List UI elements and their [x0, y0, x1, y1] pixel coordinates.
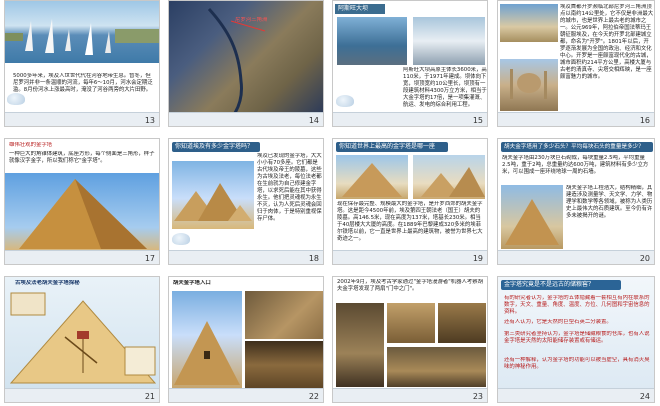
- slide-number: 13: [144, 116, 155, 125]
- pyramid-icon: [342, 163, 402, 197]
- slide-footer: [333, 250, 487, 264]
- slide-number: 20: [639, 254, 650, 263]
- sailboat-icon: [5, 19, 159, 55]
- slide-footer: [5, 388, 159, 402]
- robot-shaft-picture: [387, 303, 435, 343]
- slide-15-text: 阿斯旺大坝高原主体长3600米，高110米，于1971年建成。坝体向下宽，坝顶宽…: [403, 67, 487, 108]
- slide-number: 15: [472, 116, 483, 125]
- slide-footer: [5, 250, 159, 264]
- slide-13[interactable]: 5000多年来，埃及人世世代代在河谷地带生息。暂冬，但尼罗河并非一条温顺的河流，…: [4, 0, 160, 127]
- cairo-mosque-picture: [500, 59, 558, 111]
- slide-number: 24: [639, 392, 650, 401]
- slide-18-text: 埃及已发现的金字塔，大大小小有70多座。它们都是古代埃及帝王的陵墓，这些为古埃及…: [257, 153, 322, 222]
- pyramid-icon: [19, 179, 147, 249]
- giza-pyramids-picture: [172, 161, 254, 229]
- slide-sorter-grid: 5000多年来，埃及人世世代代在河谷地带生息。暂冬，但尼罗河并非一条温顺的河流，…: [0, 0, 660, 406]
- slide-number: 18: [308, 254, 319, 263]
- slide-20-text-2: 胡夫金字塔工程浩大，结构精细，其建造涉及测量学、天文学、力学、物理学和数学等各领…: [566, 185, 653, 219]
- slide-17[interactable]: 雄伟壮观的金字塔 一种巨大的角锥体建筑，底座方形，每个侧面是三角形，样子就像汉字…: [4, 138, 160, 265]
- slide-13-text: 5000多年来，埃及人世世代代在河谷地带生息。暂冬，但尼罗河并非一条温顺的河流，…: [13, 73, 153, 93]
- slide-17-title: 雄伟壮观的金字塔: [9, 142, 53, 148]
- slide-14[interactable]: 尼罗河三角洲 14: [168, 0, 324, 127]
- pyramid-icon: [174, 183, 252, 221]
- slide-number: 22: [308, 392, 319, 401]
- slide-footer: [169, 250, 323, 264]
- archaeologist-picture: [336, 303, 384, 387]
- pyramid-stones-picture: [501, 185, 563, 249]
- slide-number: 14: [308, 116, 319, 125]
- nile-delta-satellite-picture: 尼罗河三角洲: [169, 1, 323, 113]
- pyramid-diagram-icon: [9, 292, 157, 384]
- slide-21[interactable]: 古埃及法老胡夫金字塔探秘 21: [4, 276, 160, 403]
- slide-22-label: 胡夫金字塔入口: [173, 280, 211, 286]
- great-pyramid-picture: [5, 173, 159, 251]
- slide-18[interactable]: 你知道埃及有多少金字塔吗？ 埃及已发现的金字塔，大大小小有70多座。它们都是古代…: [168, 138, 324, 265]
- slide-20-text: 胡夫金字塔由230万块巨石砌成，每块重量2.5吨，平均重量2.5吨，重于2吨，总…: [502, 155, 649, 175]
- slide-19-text: 现在保存最完整、规模最大的金字塔，是开罗西郊的胡夫金字塔。这是距今4500年前，…: [337, 201, 483, 242]
- khufu-pyramid-picture: [336, 155, 408, 199]
- slide-number: 16: [639, 116, 650, 125]
- dam-spillway-picture: [413, 17, 485, 65]
- slide-21-title: 古埃及法老胡夫金字塔探秘: [15, 280, 80, 286]
- slide-footer: [169, 112, 323, 126]
- slide-footer: [169, 388, 323, 402]
- nile-sailboats-picture: [5, 1, 159, 63]
- slide-footer: [333, 112, 487, 126]
- entrance-closeup-picture: [245, 291, 323, 339]
- slide-22[interactable]: 胡夫金字塔入口 22: [168, 276, 324, 403]
- slide-number: 19: [472, 254, 483, 263]
- slide-24-question: 金字塔究竟是不是远古的储粮窖？: [501, 280, 621, 290]
- slide-16[interactable]: 埃及首都开罗濒临北部尼罗河三角洲顶点以南约14公里处，它不仅是非洲最大的城市，也…: [497, 0, 655, 127]
- decor-swirl-icon: [336, 95, 354, 107]
- pyramid-icon: [174, 321, 240, 385]
- inner-passage-picture: [245, 341, 323, 389]
- aswan-dam-picture: [337, 17, 407, 65]
- pyramid-icon: [505, 199, 559, 245]
- inner-chamber-picture: [387, 347, 486, 387]
- slide-24-text: 有的研究者认为，金字塔的五体隐藏着一套相互有内在联系的数字，天文、重量、角度、温…: [504, 295, 650, 315]
- cairo-city-picture: [500, 4, 558, 42]
- mosque-dome-icon: [510, 69, 547, 99]
- slide-footer: [5, 112, 159, 126]
- pyramid-cross-section-picture: 古埃及法老胡夫金字塔探秘: [5, 277, 159, 389]
- decor-swirl-icon: [7, 93, 25, 105]
- slide-18-question: 你知道埃及有多少金字塔吗？: [172, 142, 260, 152]
- slide-footer: [498, 250, 654, 264]
- slide-23[interactable]: 2002年9月，埃及考古学家通过"金字塔漫游者"机器人考察胡夫金字塔发现了两扇"…: [332, 276, 488, 403]
- slide-number: 21: [144, 392, 155, 401]
- slide-24-text-4: 还有一种解释，认为金字塔的功能可以被当虚空，具有消灭臭味的神秘作用。: [504, 357, 650, 370]
- pyramid-entrance-picture: [172, 291, 242, 389]
- slide-24-text-2: 还有人认为，它是天然的巨型石英二分装置。: [504, 319, 612, 325]
- delta-label: 尼罗河三角洲: [235, 17, 268, 23]
- slide-23-text: 2002年9月，埃及考古学家通过"金字塔漫游者"机器人考察胡夫金字塔发现了两扇"…: [337, 279, 484, 292]
- slide-20[interactable]: 胡夫金字塔用了多少石头？平均每块石头的重量是多少？ 胡夫金字塔由230万块巨石砌…: [497, 138, 655, 265]
- slide-24[interactable]: 金字塔究竟是不是远古的储粮窖？ 有的研究者认为，金字塔的五体隐藏着一套相互有内在…: [497, 276, 655, 403]
- slide-footer: [333, 388, 487, 402]
- slide-16-text: 埃及首都开罗濒临北部尼罗河三角洲顶点以南约14公里处，它不仅是非洲最大的城市，也…: [560, 4, 654, 80]
- pyramid-landscape-picture: [413, 155, 485, 199]
- slide-15-title: 阿斯旺大坝: [335, 4, 385, 14]
- slide-number: 23: [472, 392, 483, 401]
- slide-19-question: 你知道世界上最高的金字塔是哪一座么？: [336, 142, 448, 160]
- slide-19[interactable]: 你知道世界上最高的金字塔是哪一座么？ 现在保存最完整、规模最大的金字塔，是开罗西…: [332, 138, 488, 265]
- pyramid-icon: [421, 167, 485, 197]
- decor-swirl-icon: [172, 233, 190, 245]
- slide-15[interactable]: 阿斯旺大坝 阿斯旺大坝高原主体长3600米，高110米，于1971年建成。坝体向…: [332, 0, 488, 127]
- slide-footer: [498, 112, 654, 126]
- slide-17-text: 一种巨大的角锥体建筑，底座方形，每个侧面是三角形，样子就像汉字金字，所以我们称它…: [9, 151, 155, 164]
- slide-20-question: 胡夫金字塔用了多少石头？平均每块石头的重量是多少？: [501, 142, 653, 152]
- slide-footer: [498, 388, 654, 402]
- door-in-door-picture: [438, 303, 486, 343]
- slide-24-text-3: 第三类研究者坚持认为，金字塔是储藏粮食的仓库，也有人说金字塔是天然的太阳能储存装…: [504, 331, 650, 344]
- slide-number: 17: [144, 254, 155, 263]
